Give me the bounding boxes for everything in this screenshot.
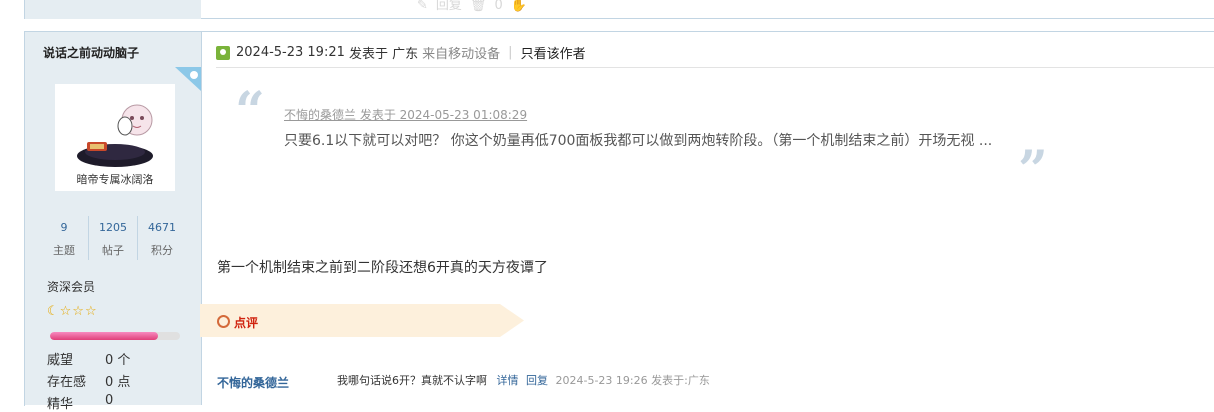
stat-value[interactable]: 4671 — [138, 221, 186, 234]
post-timestamp: 2024-5-23 19:21 — [236, 45, 345, 60]
field-presence: 存在感 0 点 — [47, 371, 130, 390]
user-group[interactable]: 资深会员 — [47, 278, 95, 295]
field-prestige: 威望 0 个 — [47, 349, 130, 368]
previous-post-sidebar — [24, 0, 201, 19]
post-message: 第一个机制结束之前到二阶段还想6开真的天方夜谭了 — [217, 260, 548, 276]
comment-time: 2024-5-23 19:26 发表于:广东 — [555, 374, 710, 387]
stat-posts[interactable]: 1205 帖子 — [89, 216, 138, 260]
rank-stars-icon: ☾☆☆☆ — [47, 304, 98, 319]
quote-source-link[interactable]: 不悔的桑德兰 发表于 2024-05-23 01:08:29 — [284, 106, 527, 123]
previous-post-actions: ✎ 回复 🗑 0 ✋ — [417, 0, 535, 13]
previous-reply-button[interactable]: 回复 — [436, 0, 462, 13]
post-container — [24, 31, 1214, 406]
quote-body: 只要6.1以下就可以对吧？ 你这个奶量再低700面板我都可以做到两炮转阶段。（第… — [284, 133, 993, 149]
separator: | — [508, 45, 513, 60]
experience-fill — [50, 332, 158, 340]
previous-count: 0 — [494, 0, 503, 13]
comment-header: 点评 — [234, 316, 259, 330]
field-digest: 精华 0 — [47, 393, 113, 412]
comment-detail-link[interactable]: 详情 — [497, 374, 519, 387]
field-value: 0 个 — [105, 353, 131, 368]
post-location: 发表于 广东 — [349, 47, 419, 62]
reply-icon[interactable]: ✎ — [417, 0, 428, 13]
delete-icon[interactable]: 🗑 — [470, 0, 487, 13]
only-author-link[interactable]: 只看该作者 — [521, 43, 586, 62]
avatar-image — [77, 104, 153, 167]
avatar-caption: 暗帝专属冰阔洛 — [76, 173, 154, 186]
online-user-icon — [216, 45, 230, 60]
experience-bar — [50, 332, 180, 340]
quote-close-icon: ” — [1018, 140, 1048, 201]
comment-item: 我哪句话说6开？真就不认字啊 详情 回复 2024-5-23 19:26 发表于… — [337, 372, 710, 388]
stat-label: 积分 — [151, 244, 173, 257]
comment-circle-icon — [217, 315, 230, 328]
field-value: 0 — [105, 393, 114, 408]
stat-points[interactable]: 4671 积分 — [138, 216, 186, 260]
post-device[interactable]: 来自移动设备 — [422, 43, 500, 62]
field-value: 0 点 — [105, 375, 131, 390]
post-header: 2024-5-23 19:21 发表于 广东 来自移动设备 | 只看该作者 — [216, 43, 586, 62]
field-label: 威望 — [47, 353, 74, 368]
stat-label: 主题 — [53, 244, 75, 257]
comment-text: 我哪句话说6开？真就不认字啊 — [337, 374, 487, 387]
author-stats: 9 主题 1205 帖子 4671 积分 — [40, 216, 186, 260]
stat-value[interactable]: 1205 — [89, 221, 137, 234]
author-name[interactable]: 说话之前动动脑子 — [43, 44, 139, 61]
comment-user[interactable]: 不悔的桑德兰 — [217, 374, 289, 391]
stat-threads[interactable]: 9 主题 — [40, 216, 89, 260]
header-divider — [216, 67, 1214, 68]
thumbs-icon[interactable]: ✋ — [511, 0, 527, 13]
quote-open-icon: “ — [235, 81, 265, 142]
comment-reply-link[interactable]: 回复 — [526, 374, 548, 387]
stat-label: 帖子 — [102, 244, 124, 257]
previous-post-strip: ✎ 回复 🗑 0 ✋ — [0, 0, 1214, 19]
previous-post-footer: ✎ 回复 🗑 0 ✋ — [201, 0, 1214, 19]
stat-value[interactable]: 9 — [40, 221, 88, 234]
online-badge-icon — [175, 67, 201, 91]
field-label: 存在感 — [47, 375, 87, 390]
avatar[interactable]: 暗帝专属冰阔洛 — [55, 84, 175, 191]
